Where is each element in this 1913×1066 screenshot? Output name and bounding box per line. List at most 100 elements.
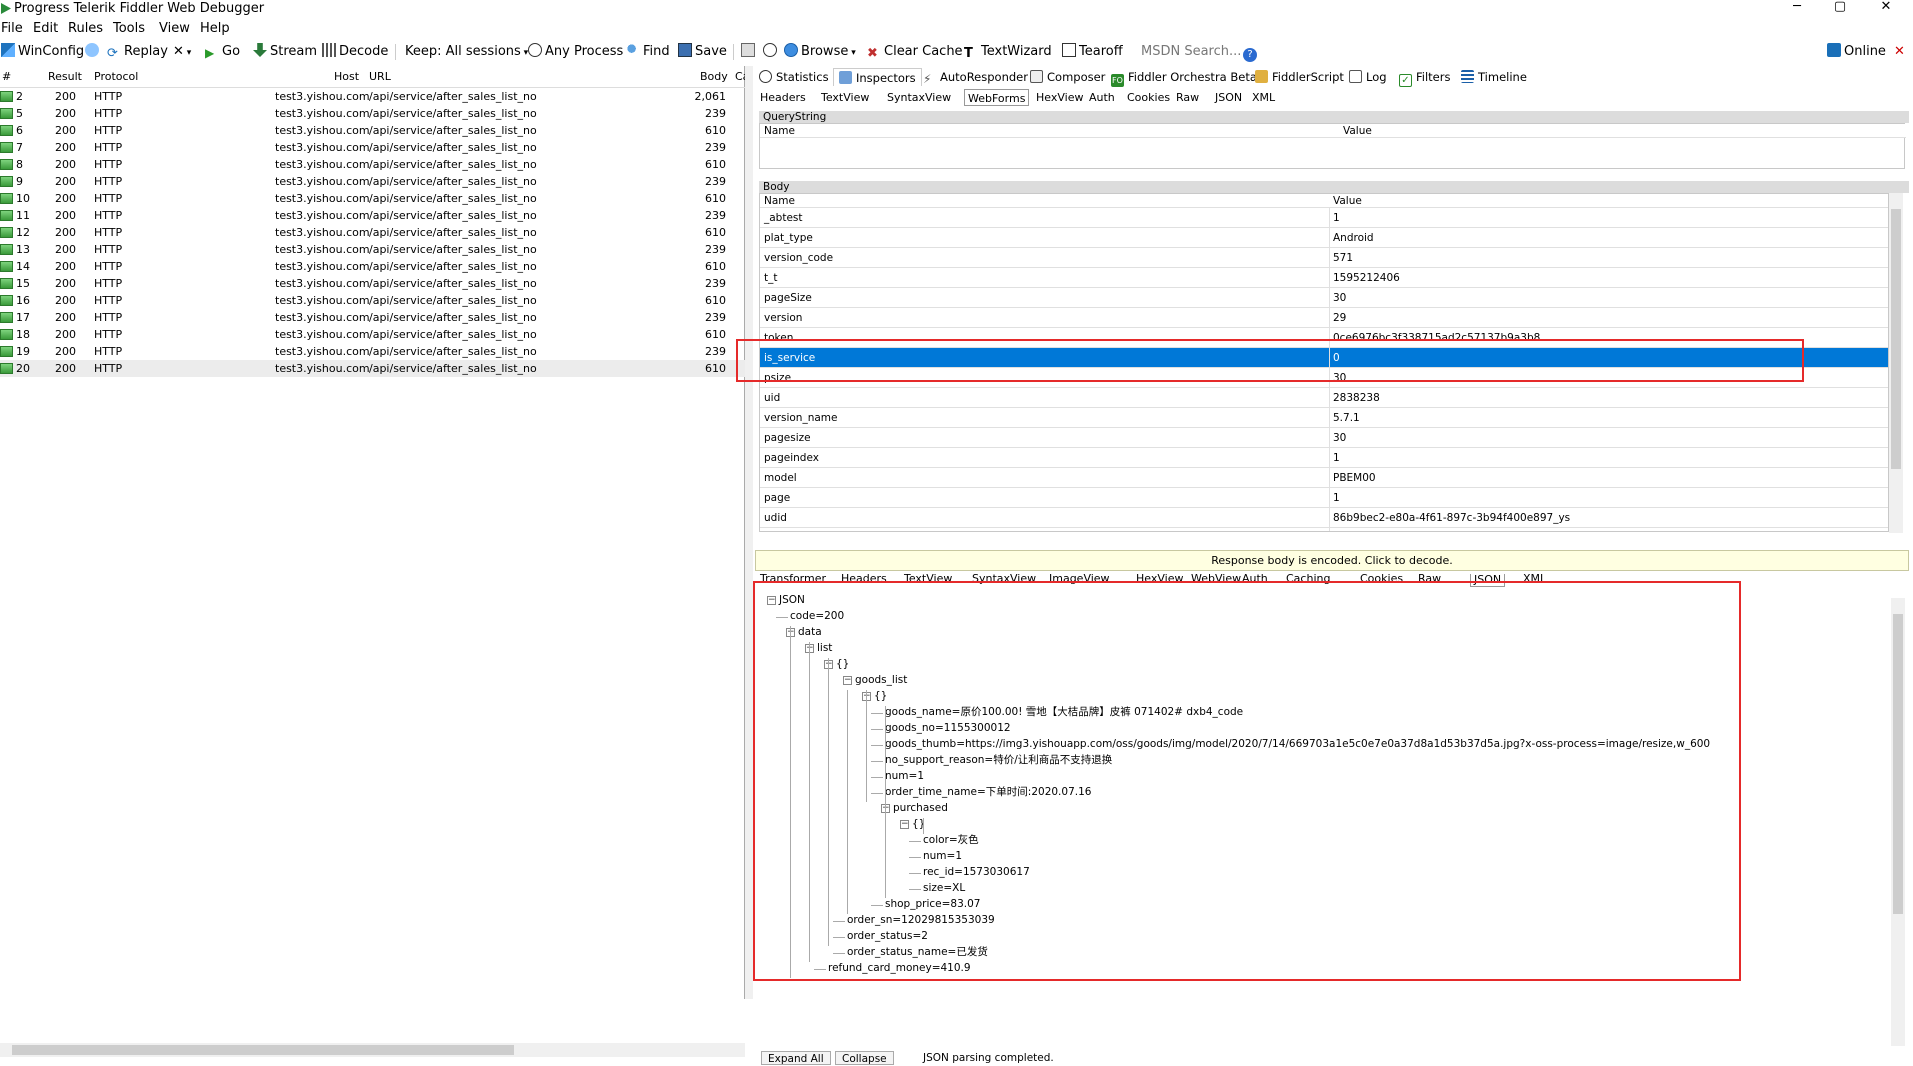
body-row[interactable]: pageSize 30 <box>760 288 1888 308</box>
minimize-button[interactable]: ─ <box>1777 0 1817 16</box>
request-tab-syntaxview[interactable]: SyntaxView <box>887 89 951 106</box>
body-param-name: model <box>764 472 797 484</box>
col-protocol[interactable]: Protocol <box>94 70 138 83</box>
menu-view[interactable]: View <box>159 21 190 36</box>
request-tab-xml[interactable]: XML <box>1252 89 1275 106</box>
body-row[interactable]: version_name 5.7.1 <box>760 408 1888 428</box>
col-num[interactable]: # <box>2 70 11 83</box>
session-row[interactable]: 12 200 HTTP test3.yishou.com/api/service/af… <box>0 224 745 241</box>
body-row[interactable]: pagesize 30 <box>760 428 1888 448</box>
col-result[interactable]: Result <box>48 70 82 83</box>
body-row[interactable]: uid 2838238 <box>760 388 1888 408</box>
menu-help[interactable]: Help <box>200 21 230 36</box>
clear-cache-button[interactable]: ✖ Clear Cache <box>867 43 963 61</box>
browse-button[interactable]: Browse ▾ <box>784 43 856 61</box>
request-tab-cookies[interactable]: Cookies <box>1127 89 1170 106</box>
stream-button[interactable]: Stream <box>253 43 317 61</box>
session-row[interactable]: 9 200 HTTP test3.yishou.com/api/service/aft… <box>0 173 745 190</box>
body-row[interactable]: version_code 571 <box>760 248 1888 268</box>
winconfig-button[interactable]: WinConfig <box>1 43 84 61</box>
body-param-name: search_text <box>764 528 825 531</box>
tearoff-button[interactable]: Tearoff <box>1062 43 1123 61</box>
horizontal-scrollbar[interactable] <box>0 1043 745 1057</box>
any-process-button[interactable]: Any Process <box>528 43 623 61</box>
session-row[interactable]: 11 200 HTTP test3.yishou.com/api/service/af… <box>0 207 745 224</box>
row-result: 200 <box>55 243 76 256</box>
body-row[interactable]: pageindex 1 <box>760 448 1888 468</box>
comment-button[interactable] <box>85 43 102 61</box>
col-body[interactable]: Body <box>700 70 728 83</box>
find-button[interactable]: Find <box>626 43 670 61</box>
session-row[interactable]: 7 200 HTTP test3.yishou.com/api/service/aft… <box>0 139 745 156</box>
tab-inspectors[interactable]: Inspectors <box>833 68 922 86</box>
col-host[interactable]: Host <box>334 70 359 83</box>
timer-button[interactable] <box>763 43 780 61</box>
expand-all-button[interactable]: Expand All <box>761 1051 831 1065</box>
keep-sessions-dropdown[interactable]: Keep: All sessions ▾ <box>405 43 528 61</box>
msdn-search-input[interactable]: MSDN Search... <box>1141 43 1241 61</box>
request-tab-raw[interactable]: Raw <box>1176 89 1199 106</box>
session-row[interactable]: 10 200 HTTP test3.yishou.com/api/service/af… <box>0 190 745 207</box>
replay-button[interactable]: ⟳ Replay <box>107 43 168 61</box>
maximize-button[interactable]: ▢ <box>1820 0 1860 16</box>
session-row[interactable]: 14 200 HTTP test3.yishou.com/api/service/af… <box>0 258 745 275</box>
request-tab-auth[interactable]: Auth <box>1089 89 1115 106</box>
pane-splitter[interactable] <box>745 66 753 999</box>
body-row[interactable]: t_t 1595212406 <box>760 268 1888 288</box>
save-button[interactable]: Save <box>678 43 727 61</box>
session-row[interactable]: 13 200 HTTP test3.yishou.com/api/service/af… <box>0 241 745 258</box>
help-button[interactable]: ? <box>1243 43 1260 62</box>
request-tab-textview[interactable]: TextView <box>821 89 869 106</box>
menu-file[interactable]: File <box>1 21 23 36</box>
menu-tools[interactable]: Tools <box>113 21 145 36</box>
body-row[interactable]: search_text 皮裤 <box>760 528 1888 531</box>
menu-edit[interactable]: Edit <box>33 21 58 36</box>
request-tab-json[interactable]: JSON <box>1215 89 1242 106</box>
session-row[interactable]: 17 200 HTTP test3.yishou.com/api/service/af… <box>0 309 745 326</box>
decode-notice[interactable]: Response body is encoded. Click to decod… <box>755 550 1909 571</box>
session-row[interactable]: 16 200 HTTP test3.yishou.com/api/service/af… <box>0 292 745 309</box>
session-row[interactable]: 5 200 HTTP test3.yishou.com/api/service/aft… <box>0 105 745 122</box>
remove-button[interactable]: ✕ ▾ <box>173 43 191 61</box>
menu-bar: File Edit Rules Tools View Help <box>0 19 1913 38</box>
tab-filters[interactable]: ✓ Filters <box>1399 68 1450 87</box>
decode-button[interactable]: Decode <box>322 43 388 61</box>
close-window-button[interactable]: ✕ <box>1866 0 1906 16</box>
session-row[interactable]: 20 200 HTTP test3.yishou.com/api/service/af… <box>0 360 745 377</box>
request-tab-webforms[interactable]: WebForms <box>964 89 1030 106</box>
collapse-button[interactable]: Collapse <box>835 1051 894 1065</box>
session-row[interactable]: 6 200 HTTP test3.yishou.com/api/service/aft… <box>0 122 745 139</box>
row-result: 200 <box>55 277 76 290</box>
session-row[interactable]: 2 200 HTTP test3.yishou.com/api/service/aft… <box>0 88 745 105</box>
body-row[interactable]: version 29 <box>760 308 1888 328</box>
tab-autoresponder[interactable]: ⚡ AutoResponder <box>923 68 1028 86</box>
menu-rules[interactable]: Rules <box>68 21 103 36</box>
body-scrollbar[interactable] <box>1889 193 1903 533</box>
request-tab-headers[interactable]: Headers <box>760 89 806 106</box>
row-url: /api/service/after_sales_list_no <box>369 90 537 103</box>
session-row[interactable]: 18 200 HTTP test3.yishou.com/api/service/af… <box>0 326 745 343</box>
tab-log[interactable]: Log <box>1349 68 1387 86</box>
textwizard-button[interactable]: T TextWizard <box>964 43 1052 61</box>
body-row[interactable]: model PBEM00 <box>760 468 1888 488</box>
tab-composer[interactable]: Composer <box>1030 68 1105 86</box>
go-button[interactable]: ▶ Go <box>205 43 240 61</box>
col-url[interactable]: URL <box>369 70 391 83</box>
body-row[interactable]: udid 86b9bec2-e80a-4f61-897c-3b94f400e897… <box>760 508 1888 528</box>
response-icon <box>0 125 13 136</box>
json-scrollbar[interactable] <box>1891 598 1905 1046</box>
session-row[interactable]: 15 200 HTTP test3.yishou.com/api/service/af… <box>0 275 745 292</box>
close-toolbar-button[interactable]: ✕ <box>1894 43 1905 61</box>
session-row[interactable]: 19 200 HTTP test3.yishou.com/api/service/af… <box>0 343 745 360</box>
tab-statistics[interactable]: Statistics <box>759 68 829 86</box>
request-tab-hexview[interactable]: HexView <box>1036 89 1083 106</box>
body-row[interactable]: _abtest 1 <box>760 208 1888 228</box>
body-param-name: pagesize <box>764 432 811 444</box>
session-row[interactable]: 8 200 HTTP test3.yishou.com/api/service/aft… <box>0 156 745 173</box>
tab-orchestra[interactable]: FO Fiddler Orchestra Beta <box>1111 68 1257 87</box>
body-row[interactable]: page 1 <box>760 488 1888 508</box>
screenshot-button[interactable] <box>741 43 758 61</box>
tab-fiddlerscript[interactable]: FiddlerScript <box>1255 68 1344 86</box>
tab-timeline[interactable]: Timeline <box>1461 68 1527 86</box>
body-row[interactable]: plat_type Android <box>760 228 1888 248</box>
